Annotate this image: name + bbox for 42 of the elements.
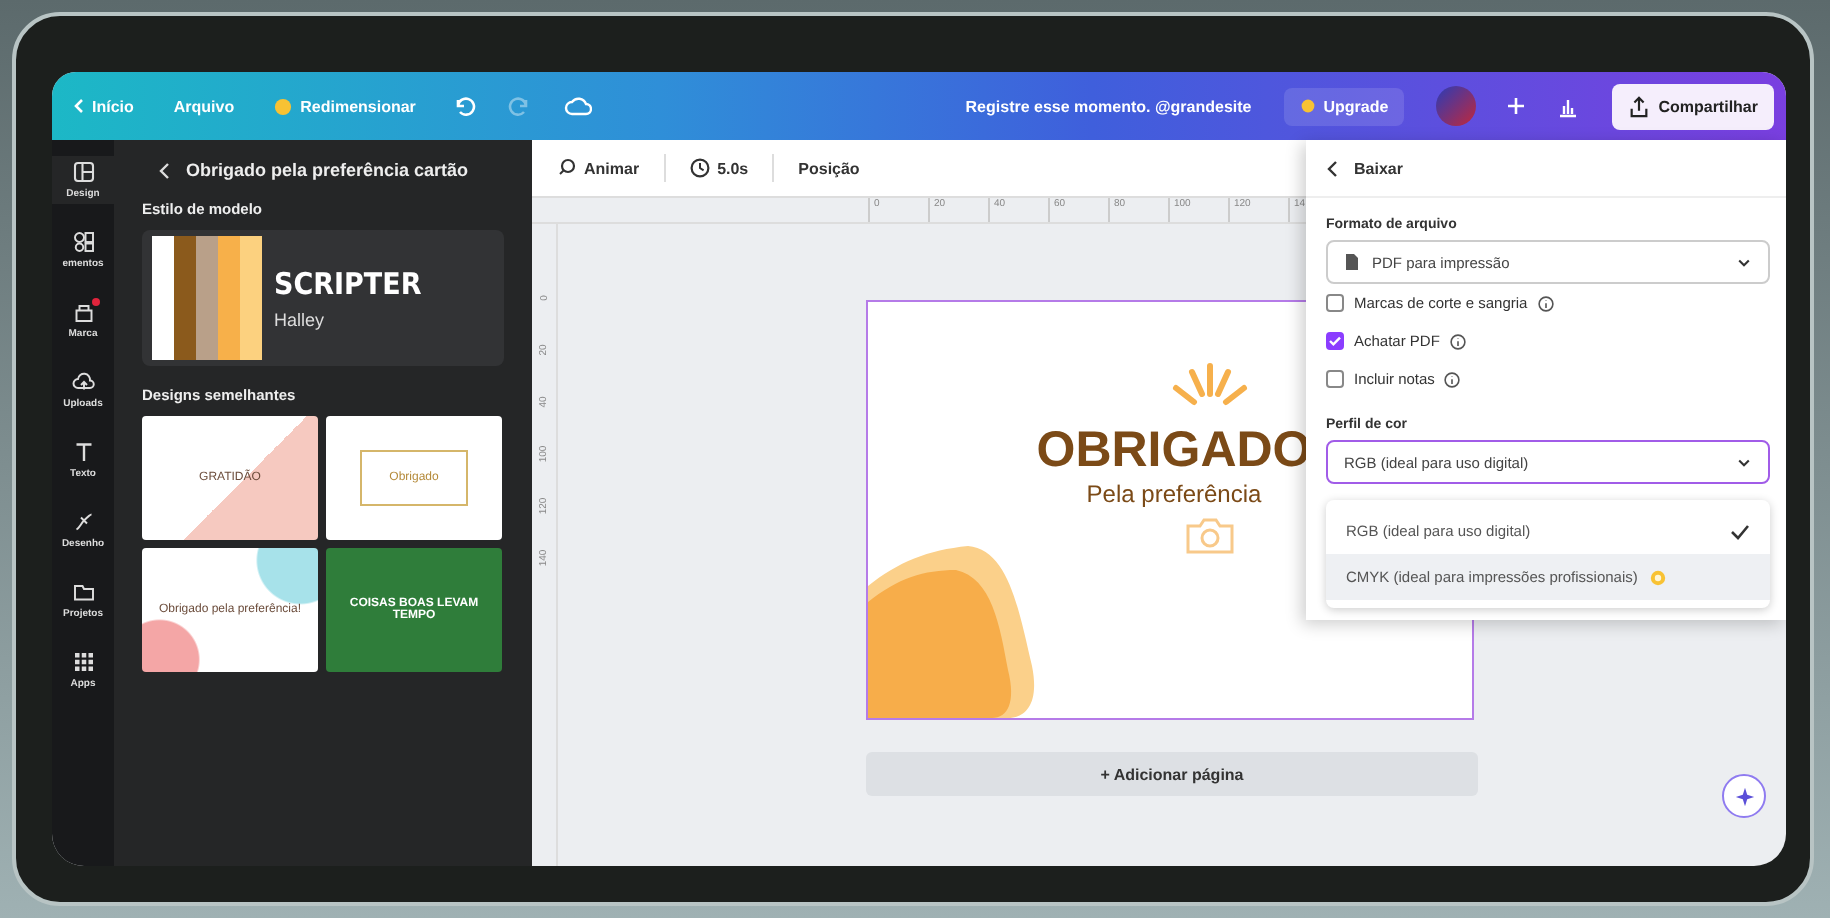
share-button[interactable]: Compartilhar bbox=[1612, 83, 1774, 129]
banner-message: Registre esse momento. @grandesite bbox=[965, 97, 1252, 115]
check-icon bbox=[1730, 523, 1750, 539]
shapes-icon bbox=[71, 230, 95, 254]
upgrade-button[interactable]: Upgrade bbox=[1283, 87, 1405, 125]
font-name: SCRIPTER bbox=[274, 266, 422, 302]
pen-icon bbox=[71, 510, 95, 534]
toolbar-button[interactable]: Animar bbox=[548, 154, 648, 182]
checkbox[interactable] bbox=[1326, 332, 1344, 350]
chevron-down-icon bbox=[1736, 254, 1752, 270]
clock-icon bbox=[689, 158, 710, 178]
camera-icon bbox=[1184, 516, 1236, 556]
card-title: OBRIGADO bbox=[1036, 422, 1312, 480]
text-icon bbox=[71, 440, 95, 464]
back-icon bbox=[72, 98, 84, 114]
checkbox[interactable] bbox=[1326, 370, 1344, 388]
toolbar-button[interactable]: 5.0s bbox=[681, 154, 757, 182]
info-icon[interactable] bbox=[1449, 333, 1466, 349]
checkbox[interactable] bbox=[1326, 294, 1344, 312]
template-style-card[interactable]: SCRIPTER Halley bbox=[142, 230, 504, 366]
undo-icon[interactable] bbox=[451, 94, 476, 118]
folder-icon bbox=[71, 580, 95, 604]
sparkle-icon bbox=[1733, 785, 1755, 807]
magic-assistant-button[interactable] bbox=[1722, 774, 1766, 818]
panel-title: Obrigado pela preferência cartão bbox=[186, 160, 469, 180]
back-icon[interactable] bbox=[1326, 159, 1338, 177]
card-subtitle: Pela preferência bbox=[1086, 480, 1262, 508]
plus-icon[interactable] bbox=[1508, 98, 1525, 114]
font-subname: Halley bbox=[274, 310, 327, 330]
add-page-button[interactable]: + Adicionar página bbox=[866, 752, 1478, 796]
document-icon bbox=[1344, 252, 1360, 272]
briefcase-icon bbox=[71, 300, 95, 324]
info-icon[interactable] bbox=[1537, 295, 1554, 311]
info-icon[interactable] bbox=[1444, 371, 1461, 387]
panel-title: Baixar bbox=[1354, 159, 1403, 177]
layout-icon bbox=[71, 160, 95, 184]
cloud-upload-icon bbox=[71, 370, 95, 394]
chevron-down-icon bbox=[1736, 454, 1752, 470]
toolbar-button[interactable]: Posição bbox=[790, 155, 868, 181]
share-icon bbox=[1628, 95, 1651, 117]
bar-chart-icon[interactable] bbox=[1556, 94, 1581, 118]
grid-icon bbox=[71, 650, 95, 674]
